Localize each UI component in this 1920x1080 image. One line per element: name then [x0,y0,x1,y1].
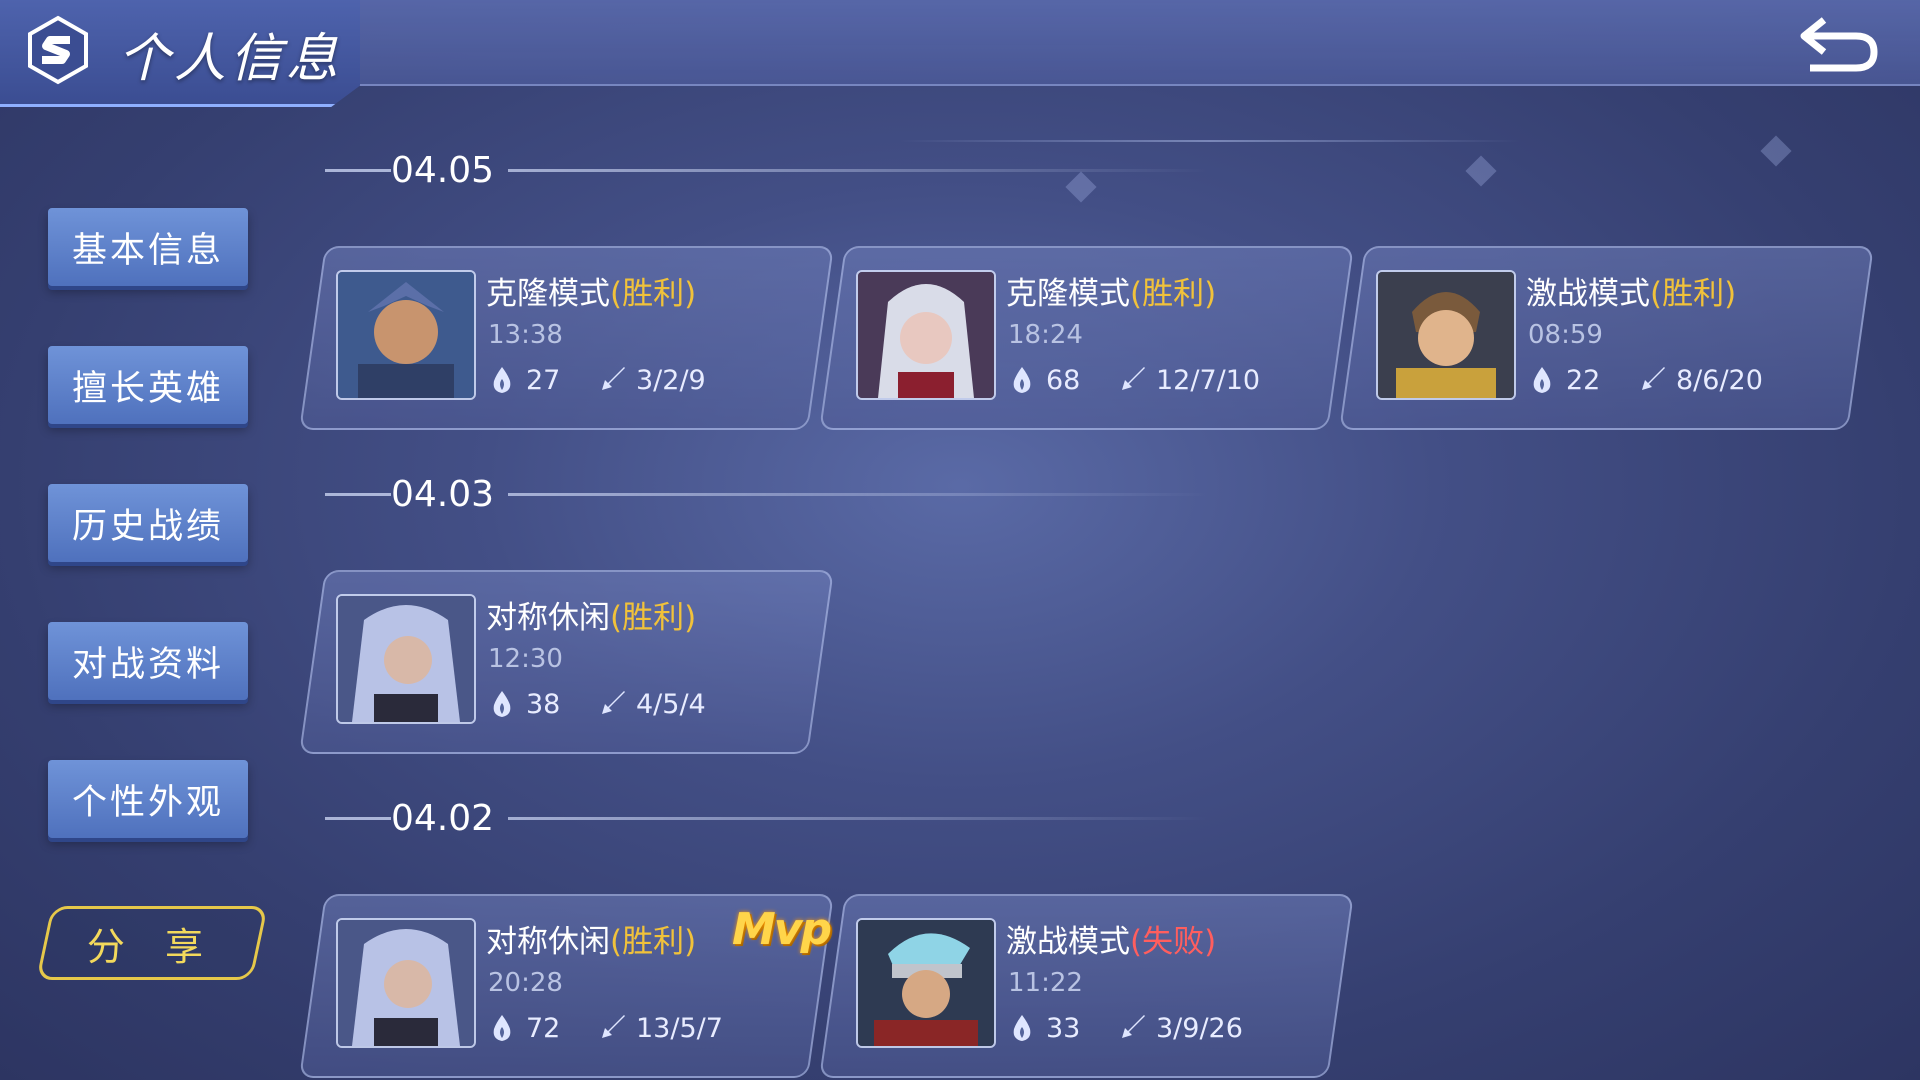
sidebar-item-basic-info[interactable]: 基本信息 [48,208,248,286]
kda-value: 3/9/26 [1156,1012,1243,1044]
sidebar-item-heroes[interactable]: 擅长英雄 [48,346,248,424]
score-stat: 38 [486,688,560,720]
hero-avatar [856,270,996,400]
sword-icon [602,691,625,714]
score-value: 22 [1566,364,1601,396]
match-mode: 激战模式(胜利) [1526,268,1736,313]
match-duration: 20:28 [488,968,563,998]
hero-avatar [336,270,476,400]
mode-name: 激战模式 [1006,924,1130,960]
score-stat: 68 [1006,364,1080,396]
page-title: 个人信息 [118,29,343,89]
kda-value: 12/7/10 [1156,364,1261,396]
match-duration: 11:22 [1008,968,1083,998]
match-card[interactable]: 克隆模式(胜利) 18:24 68 12/7/10 [819,246,1354,430]
mode-name: 对称休闲 [486,924,610,960]
kda-stat: 4/5/4 [596,688,706,720]
mode-name: 克隆模式 [1006,276,1130,312]
sidebar-item-history[interactable]: 历史战绩 [48,484,248,562]
sword-icon [602,367,625,390]
match-mode: 对称休闲(胜利) [486,592,696,637]
score-value: 68 [1046,364,1081,396]
date-label: 04.03 [391,473,495,515]
flame-icon [493,691,511,717]
match-duration: 08:59 [1528,320,1603,350]
background-diamond [1760,135,1792,167]
score-stat: 22 [1526,364,1600,396]
kda-stat: 13/5/7 [596,1012,723,1044]
match-duration: 18:24 [1008,320,1083,350]
mode-name: 对称休闲 [486,600,610,636]
kda-stat: 3/9/26 [1116,1012,1243,1044]
mode-name: 克隆模式 [486,276,610,312]
s-logo-icon [28,15,88,85]
match-card[interactable]: 激战模式(胜利) 08:59 22 8/6/20 [1339,246,1874,430]
match-card[interactable]: 激战模式(失败) 11:22 33 3/9/26 [819,894,1354,1078]
sword-icon [602,1015,625,1038]
sword-icon [1122,1015,1145,1038]
background-diamond [1465,155,1497,187]
match-result: (胜利) [610,600,697,636]
mode-name: 激战模式 [1526,276,1650,312]
mvp-badge: Mvp [732,904,830,955]
match-duration: 12:30 [488,644,563,674]
back-arrow-icon[interactable] [1794,12,1884,76]
match-duration: 13:38 [488,320,563,350]
match-mode: 克隆模式(胜利) [486,268,696,313]
flame-icon [493,1015,511,1041]
kda-value: 8/6/20 [1676,364,1763,396]
match-card[interactable]: 对称休闲(胜利) 12:30 38 4/5/4 [299,570,834,754]
sidebar-item-battle-data[interactable]: 对战资料 [48,622,248,700]
match-mode: 克隆模式(胜利) [1006,268,1216,313]
kda-value: 4/5/4 [636,688,706,720]
score-stat: 72 [486,1012,560,1044]
hero-avatar [856,918,996,1048]
score-value: 72 [526,1012,561,1044]
kda-stat: 8/6/20 [1636,364,1763,396]
match-mode: 激战模式(失败) [1006,916,1216,961]
date-label: 04.02 [391,797,495,839]
match-card[interactable]: 克隆模式(胜利) 13:38 27 3/2/9 [299,246,834,430]
match-mode: 对称休闲(胜利) [486,916,696,961]
match-result: (胜利) [610,276,697,312]
match-result: (胜利) [1130,276,1217,312]
hero-avatar [336,594,476,724]
match-card[interactable]: 对称休闲(胜利) Mvp 20:28 72 13/5/7 [299,894,834,1078]
kda-value: 13/5/7 [636,1012,723,1044]
date-header: 04.03 [325,473,1209,515]
match-result: (胜利) [1650,276,1737,312]
kda-stat: 12/7/10 [1116,364,1260,396]
date-header: 04.05 [325,149,1209,191]
score-value: 33 [1046,1012,1081,1044]
flame-icon [1533,367,1551,393]
score-stat: 27 [486,364,560,396]
date-header: 04.02 [325,797,1209,839]
match-result: (胜利) [610,924,697,960]
score-stat: 33 [1006,1012,1080,1044]
sidebar-item-appearance[interactable]: 个性外观 [48,760,248,838]
score-value: 38 [526,688,561,720]
match-result: (失败) [1130,924,1217,960]
flame-icon [1013,367,1031,393]
sword-icon [1642,367,1665,390]
share-button[interactable]: 分 享 [36,906,268,980]
share-label: 分 享 [86,924,218,969]
flame-icon [493,367,511,393]
hero-avatar [1376,270,1516,400]
background-line [900,140,1520,142]
score-value: 27 [526,364,561,396]
date-label: 04.05 [391,149,495,191]
kda-value: 3/2/9 [636,364,706,396]
hero-avatar [336,918,476,1048]
flame-icon [1013,1015,1031,1041]
kda-stat: 3/2/9 [596,364,706,396]
sword-icon [1122,367,1145,390]
